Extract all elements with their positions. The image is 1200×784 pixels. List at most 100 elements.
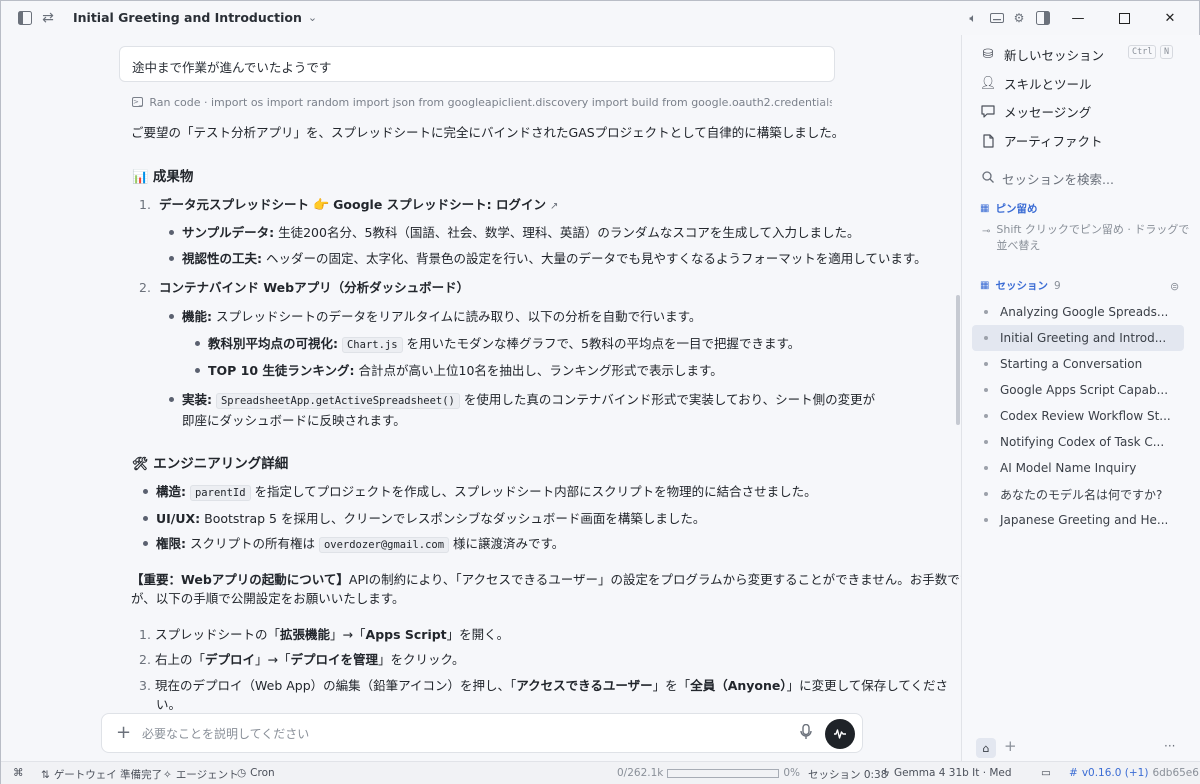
session-search[interactable]: セッションを検索... [982, 169, 1114, 188]
swap-icon[interactable]: ⇄ [39, 9, 57, 27]
engineering-bullet-1: 構造: parentId を指定してプロジェクトを作成し、スプレッドシート内部に… [143, 481, 817, 501]
minimize-icon[interactable]: — [1069, 9, 1087, 27]
session-label: AI Model Name Inquiry [1000, 461, 1137, 475]
message-input[interactable] [142, 724, 782, 744]
deliverable-2-subbullet-1: 教科別平均点の可視化: Chart.js を用いたモダンな棒グラフで、5教科の平… [195, 333, 800, 353]
deliverable-1-bullet-1: サンプルデータ: 生徒200名分、5教科（国語、社会、数学、理科、英語）のランダ… [169, 222, 860, 241]
session-label: Google Apps Script Capab... [1000, 383, 1169, 397]
sidebar-toggle-icon[interactable] [16, 9, 34, 27]
intro-text: ご要望の「テスト分析アプリ」を、スプレッドシートに完全にバインドされたGASプロ… [131, 125, 845, 140]
bullet-dot-icon [984, 440, 988, 444]
cron-status[interactable]: ◷ Cron [237, 767, 275, 779]
bullet-dot-icon [984, 492, 988, 496]
grid-icon: ▦ [980, 280, 990, 291]
pin-icon: ⊸ [982, 226, 991, 237]
grid-icon: ▦ [980, 203, 990, 214]
chart-icon: 📊 [132, 170, 149, 185]
engineering-bullet-2: UI/UX: Bootstrap 5 を採用し、クリーンでレスポンシブなダッシュ… [143, 508, 705, 527]
gear-icon[interactable]: ⚙ [1011, 10, 1027, 26]
bullet-dot-icon [984, 518, 988, 522]
person-icon: 👤︎ [979, 76, 997, 91]
clock-icon: ◷ [237, 767, 247, 779]
gateway-status[interactable]: ⇅ ゲートウェイ 準備完了 [41, 767, 162, 782]
external-link-icon[interactable]: ↗ [550, 201, 558, 212]
user-message: 途中まで作業が進んでいたようです [119, 46, 835, 82]
conversation-area: 途中まで作業が進んでいたようです >_ Ran code · import os… [1, 35, 961, 761]
shortcut-ctrl: Ctrl [1128, 45, 1157, 59]
voice-send-button[interactable] [825, 719, 855, 749]
bullet-dot-icon [984, 310, 988, 314]
app-window: ⇄ Initial Greeting and Introduction ⌄ 🔈︎… [0, 0, 1200, 784]
new-session-button[interactable]: ⛁ 新しいセッション [980, 45, 1104, 64]
add-tab-icon[interactable]: + [1004, 737, 1017, 755]
terminal-status-icon[interactable]: ▭ [1041, 767, 1051, 779]
top-bar: ⇄ Initial Greeting and Introduction ⌄ [1, 1, 961, 35]
title-dropdown[interactable]: Initial Greeting and Introduction ⌄ [73, 10, 317, 25]
messaging-button[interactable]: メッセージング [980, 102, 1091, 121]
pointing-hand-icon: 👉 [312, 198, 330, 213]
deliverable-2-bullet-1: 機能: スプレッドシートのデータをリアルタイムに読み取り、以下の分析を自動で行い… [169, 306, 701, 325]
bullet-dot-icon [984, 336, 988, 340]
session-list: Analyzing Google Spreads... Initial Greet… [972, 299, 1184, 533]
session-label: Initial Greeting and Introd... [1000, 331, 1167, 345]
notice-line-1: 【重要：Webアプリの起動について】APIの制約により、「アクセスできるユーザー… [131, 572, 961, 587]
session-item[interactable]: Codex Review Workflow St... [972, 403, 1184, 429]
engineering-bullet-3: 権限: スクリプトの所有権は overdozer@gmail.com 様に譲渡済… [143, 533, 564, 553]
session-sidebar: ⛁ 新しいセッション Ctrl N 👤︎ スキルとツール メッセージング アーテ… [961, 35, 1200, 761]
deliverable-1: 1. データ元スプレッドシート 👉 Google スプレッドシート: ログイン … [139, 197, 559, 213]
speaker-icon[interactable]: 🔈︎ [965, 10, 981, 26]
ran-code-row[interactable]: >_ Ran code · import os import random im… [132, 94, 832, 110]
chat-bubble-icon [980, 105, 996, 118]
tools-icon: 🛠 [132, 457, 149, 472]
command-icon[interactable]: ⌘ [13, 767, 24, 779]
close-icon[interactable]: ✕ [1161, 9, 1179, 27]
session-item[interactable]: Google Apps Script Capab... [972, 377, 1184, 403]
model-selector[interactable]: ϟ Gemma 4 31b It · Med [883, 767, 1012, 779]
search-placeholder: セッションを検索... [1002, 172, 1114, 187]
spreadsheet-link[interactable]: Google スプレッドシート: ログイン [333, 197, 546, 212]
artifacts-button[interactable]: アーティファクト [980, 131, 1103, 150]
sessions-options-icon[interactable]: ⊜ [1170, 280, 1179, 293]
chat-title: Initial Greeting and Introduction [73, 10, 302, 25]
home-icon[interactable]: ⌂ [976, 738, 996, 758]
deliverable-2-subbullet-2: TOP 10 生徒ランキング: 合計点が高い上位10名を抽出し、ランキング形式で… [195, 360, 723, 379]
shortcut-n: N [1160, 45, 1174, 59]
session-item[interactable]: Notifying Codex of Task C... [972, 429, 1184, 455]
session-label: Codex Review Workflow St... [1000, 409, 1171, 423]
pinned-hint: ⊸ Shift クリックでピン留め · ドラッグで並べ替え [982, 223, 1190, 252]
step-3: 3. 現在のデプロイ（Web App）の編集（鉛筆アイコン）を押し、「アクセスでき… [139, 678, 949, 693]
sparkle-icon: ✧ [163, 768, 172, 781]
session-label: Analyzing Google Spreads... [1000, 305, 1169, 319]
deliverable-1-bullet-2: 視認性の工夫: ヘッダーの固定、太字化、背景色の設定を行い、大量のデータでも見や… [169, 248, 927, 267]
step-3-cont: い。 [156, 697, 182, 712]
session-item[interactable]: あなたのモデル名は何ですか? [972, 481, 1184, 507]
session-item[interactable]: Starting a Conversation [972, 351, 1184, 377]
microphone-icon[interactable] [800, 723, 812, 744]
session-item[interactable]: Analyzing Google Spreads... [972, 299, 1184, 325]
keyboard-icon[interactable] [989, 10, 1005, 26]
session-label: Notifying Codex of Task C... [1000, 435, 1165, 449]
session-item[interactable]: AI Model Name Inquiry [972, 455, 1184, 481]
session-timer: セッション 0:38 [808, 769, 888, 781]
deliverable-2-bullet-2: 実装: SpreadsheetApp.getActiveSpreadsheet(… [169, 389, 875, 409]
attach-plus-icon[interactable]: + [116, 723, 131, 743]
terminal-icon: >_ [132, 97, 144, 107]
agent-status[interactable]: ✧ エージェント [163, 767, 239, 782]
conversation-scrollbar[interactable] [956, 295, 960, 425]
skills-tools-button[interactable]: 👤︎ スキルとツール [980, 74, 1092, 93]
deliverable-2-bullet-2-cont: 即座にダッシュボードに反映されます。 [182, 413, 406, 428]
chevron-down-icon: ⌄ [307, 11, 318, 24]
maximize-icon[interactable] [1115, 9, 1133, 27]
session-item[interactable]: Initial Greeting and Introd... [972, 325, 1184, 351]
bullet-dot-icon [984, 362, 988, 366]
session-label: あなたのモデル名は何ですか? [1000, 487, 1163, 502]
status-bar: ⌘ ⇅ ゲートウェイ 準備完了 ✧ エージェント ◷ Cron 0/262.1k 0%… [1, 761, 1200, 784]
more-icon[interactable]: ··· [1164, 739, 1175, 753]
panel-toggle-icon[interactable] [1035, 10, 1051, 26]
gateway-icon: ⇅ [41, 768, 50, 781]
session-item[interactable]: Japanese Greeting and He... [972, 507, 1184, 533]
session-label: Starting a Conversation [1000, 357, 1143, 371]
notice-line-2: が、以下の手順で公開設定をお願いいたします。 [131, 591, 405, 606]
engineering-heading: 🛠 エンジニアリング詳細 [132, 456, 289, 472]
composer: + [101, 713, 863, 753]
